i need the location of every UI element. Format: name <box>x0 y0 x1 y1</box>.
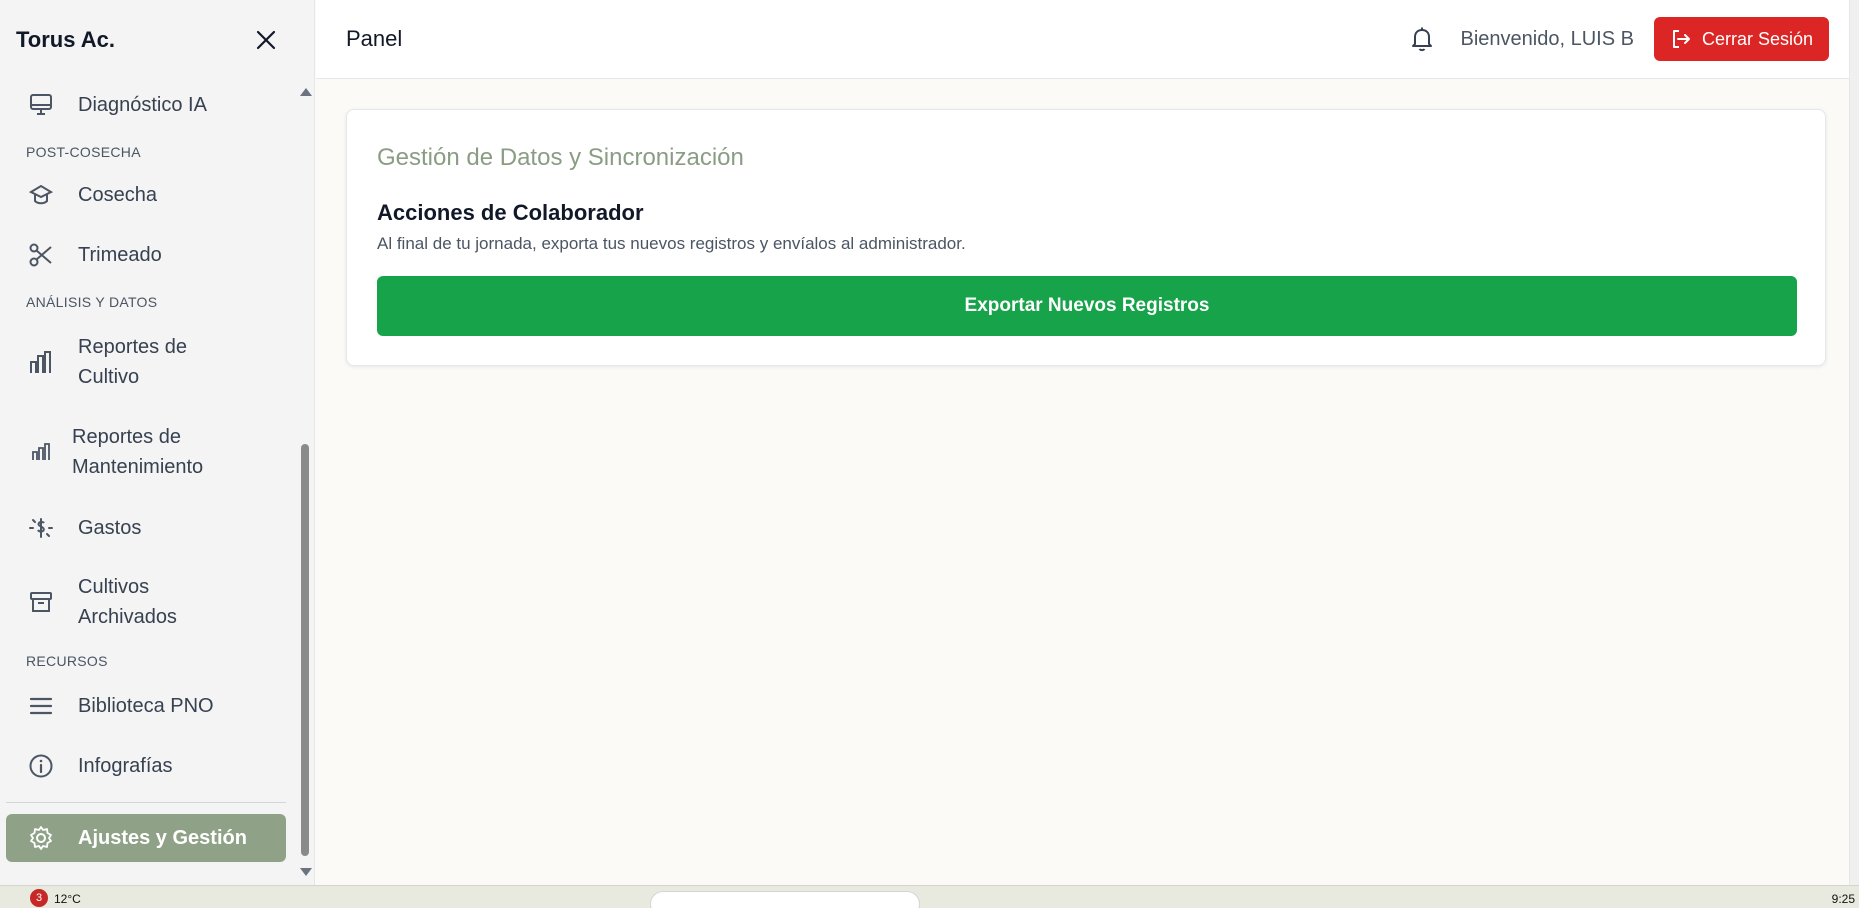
scroll-down-arrow-icon[interactable] <box>300 868 312 876</box>
sidebar-item-label: Gastos <box>78 517 142 539</box>
menu-icon <box>26 691 56 721</box>
bar-chart-icon <box>26 347 56 377</box>
sidebar-item-label: Biblioteca PNO <box>78 695 214 717</box>
os-taskbar: 3 12°C 9:25 <box>0 885 1859 908</box>
sidebar-item-cultivos-archivados[interactable]: Cultivos Archivados <box>0 572 220 632</box>
export-records-button[interactable]: Exportar Nuevos Registros <box>377 276 1797 336</box>
card-description: Al final de tu jornada, exporta tus nuev… <box>377 234 966 253</box>
bell-icon <box>1411 27 1432 52</box>
archive-icon <box>26 587 56 617</box>
scissors-icon <box>26 240 56 270</box>
sidebar-item-infografias[interactable]: Infografías <box>0 744 296 788</box>
section-resources: RECURSOS <box>26 653 108 669</box>
taskbar-search[interactable] <box>650 891 920 908</box>
section-analysis: ANÁLISIS Y DATOS <box>26 294 158 310</box>
sidebar: Torus Ac. Diagnóstico IA POST-COSECHA Co… <box>0 0 315 885</box>
sidebar-divider <box>6 802 286 803</box>
dollar-icon <box>26 513 56 543</box>
sidebar-item-diagnostico[interactable]: Diagnóstico IA <box>0 80 296 130</box>
card-title: Gestión de Datos y Sincronización <box>377 144 744 171</box>
sidebar-item-ajustes[interactable]: Ajustes y Gestión <box>6 814 286 862</box>
sidebar-item-reportes-mantenimiento[interactable]: Reportes de Mantenimiento <box>0 422 230 482</box>
info-icon <box>26 751 56 781</box>
sidebar-item-reportes-cultivo[interactable]: Reportes de Cultivo <box>0 332 220 392</box>
sidebar-item-label: Cosecha <box>78 184 157 206</box>
bar-chart-small-icon <box>26 437 56 467</box>
sidebar-item-label: Reportes de Cultivo <box>78 336 187 388</box>
gear-icon <box>26 823 56 853</box>
sidebar-item-gastos[interactable]: Gastos <box>0 506 296 550</box>
sidebar-item-cosecha[interactable]: Cosecha <box>0 173 296 217</box>
top-bar: Panel Bienvenido, LUIS B Cerrar Sesión <box>316 0 1859 79</box>
logout-button[interactable]: Cerrar Sesión <box>1653 17 1829 61</box>
brand-name: Torus Ac. <box>16 27 116 52</box>
harvest-icon <box>26 180 56 210</box>
sidebar-item-label: Infografías <box>78 755 173 777</box>
sidebar-scrollbar[interactable] <box>298 84 312 880</box>
data-sync-card: Gestión de Datos y Sincronización Accion… <box>346 109 1826 366</box>
sidebar-item-label: Diagnóstico IA <box>78 94 207 116</box>
section-post-harvest: POST-COSECHA <box>26 144 141 160</box>
sidebar-item-trimeado[interactable]: Trimeado <box>0 233 296 277</box>
logout-icon <box>1670 28 1692 50</box>
collaborator-actions-heading: Acciones de Colaborador <box>377 200 644 225</box>
notifications-button[interactable] <box>1407 24 1437 54</box>
sidebar-item-label: Reportes de Mantenimiento <box>72 426 204 478</box>
weather-temp[interactable]: 12°C <box>54 892 81 906</box>
close-icon <box>256 30 276 50</box>
sidebar-item-label: Trimeado <box>78 244 162 266</box>
taskbar-clock[interactable]: 9:25 <box>1832 892 1855 906</box>
sidebar-header: Torus Ac. <box>0 0 314 80</box>
sidebar-item-label: Ajustes y Gestión <box>78 827 247 849</box>
sidebar-nav: Diagnóstico IA POST-COSECHA Cosecha Trim… <box>0 80 296 880</box>
monitor-icon <box>26 90 56 120</box>
page-title: Panel <box>346 26 403 51</box>
scrollbar-thumb[interactable] <box>301 444 309 856</box>
close-sidebar-button[interactable] <box>252 26 280 54</box>
weather-badge[interactable]: 3 <box>30 889 48 907</box>
sidebar-item-biblioteca[interactable]: Biblioteca PNO <box>0 684 296 728</box>
page-scrollbar[interactable] <box>1849 0 1859 885</box>
sidebar-item-label: Cultivos Archivados <box>78 576 177 628</box>
topbar-right: Bienvenido, LUIS B Cerrar Sesión <box>1407 17 1829 61</box>
logout-label: Cerrar Sesión <box>1701 28 1813 49</box>
welcome-text: Bienvenido, LUIS B <box>1460 27 1634 50</box>
scroll-up-arrow-icon[interactable] <box>300 88 312 96</box>
